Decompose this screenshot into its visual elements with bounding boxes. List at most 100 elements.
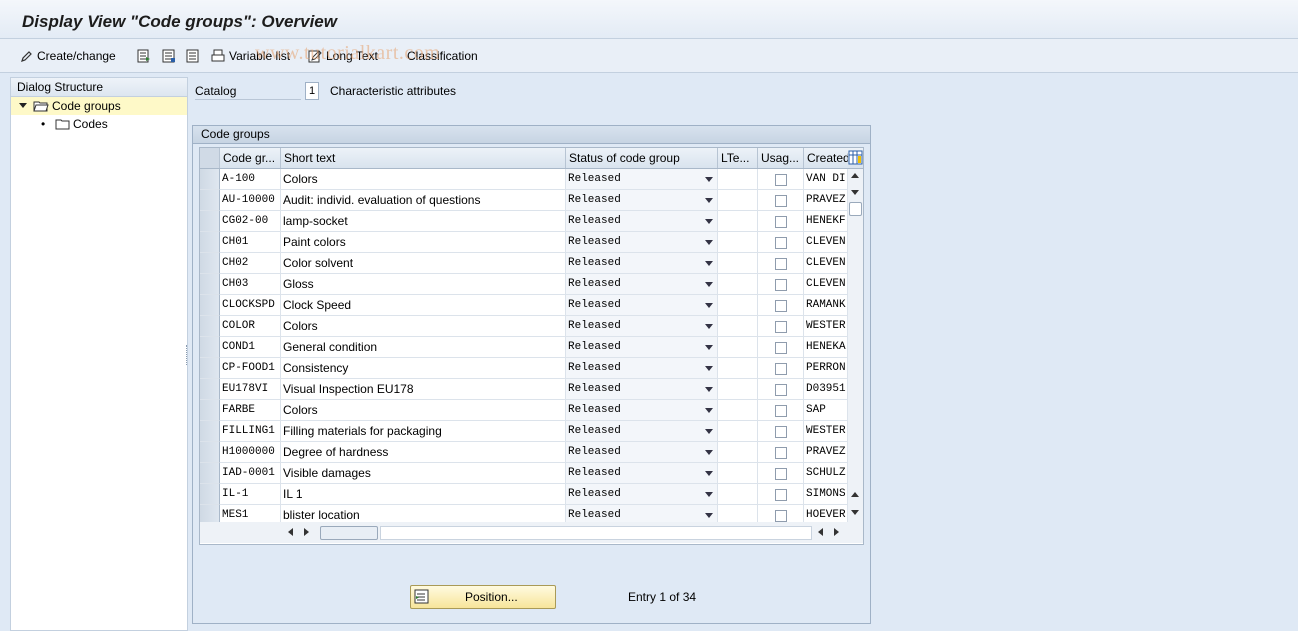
dropdown-arrow-icon[interactable] <box>705 387 713 392</box>
status-cell[interactable]: Released <box>566 484 718 505</box>
table-row[interactable]: FILLING1 Filling materials for packaging R… <box>200 421 848 442</box>
usage-checkbox[interactable] <box>775 321 787 333</box>
status-cell[interactable]: Released <box>566 463 718 484</box>
usage-checkbox[interactable] <box>775 384 787 396</box>
status-cell[interactable]: Released <box>566 442 718 463</box>
dropdown-arrow-icon[interactable] <box>705 408 713 413</box>
dropdown-arrow-icon[interactable] <box>705 177 713 182</box>
vertical-scrollbar[interactable] <box>848 169 863 522</box>
row-selector[interactable] <box>200 442 220 463</box>
select-all-button[interactable] <box>162 47 176 65</box>
create-change-button[interactable]: Create/change <box>20 47 116 65</box>
usage-checkbox[interactable] <box>775 405 787 417</box>
usage-checkbox[interactable] <box>775 426 787 438</box>
row-selector[interactable] <box>200 295 220 316</box>
table-row[interactable]: CP-FOOD1 Consistency Released PERRON <box>200 358 848 379</box>
column-header-long-text[interactable]: LTe... <box>718 148 758 168</box>
status-cell[interactable]: Released <box>566 379 718 400</box>
scroll-right-icon-right[interactable] <box>834 528 839 536</box>
scroll-left-icon-right[interactable] <box>818 528 823 536</box>
table-row[interactable]: CH01 Paint colors Released CLEVEN <box>200 232 848 253</box>
dropdown-arrow-icon[interactable] <box>705 282 713 287</box>
deselect-all-button[interactable] <box>186 47 200 65</box>
catalog-value-field[interactable]: 1 <box>305 82 319 100</box>
vertical-scroll-thumb[interactable] <box>849 202 862 216</box>
dropdown-arrow-icon[interactable] <box>705 324 713 329</box>
row-selector[interactable] <box>200 232 220 253</box>
horizontal-scrollbar[interactable] <box>200 522 863 543</box>
dropdown-arrow-icon[interactable] <box>705 471 713 476</box>
classification-button[interactable]: Classification <box>407 47 478 65</box>
usage-checkbox[interactable] <box>775 363 787 375</box>
row-selector[interactable] <box>200 274 220 295</box>
status-cell[interactable]: Released <box>566 253 718 274</box>
pane-splitter[interactable] <box>186 345 189 365</box>
status-cell[interactable]: Released <box>566 316 718 337</box>
usage-checkbox[interactable] <box>775 489 787 501</box>
table-row[interactable]: H1000000 Degree of hardness Released PRAVEZ <box>200 442 848 463</box>
usage-cell[interactable] <box>758 400 804 421</box>
usage-checkbox[interactable] <box>775 216 787 228</box>
usage-checkbox[interactable] <box>775 468 787 480</box>
long-text-button[interactable]: Long Text <box>308 47 378 65</box>
page-down-icon[interactable] <box>851 190 859 195</box>
dropdown-arrow-icon[interactable] <box>705 303 713 308</box>
status-cell[interactable]: Released <box>566 358 718 379</box>
usage-cell[interactable] <box>758 421 804 442</box>
row-selector[interactable] <box>200 337 220 358</box>
table-row[interactable]: IL-1 IL 1 Released SIMONS <box>200 484 848 505</box>
row-selector[interactable] <box>200 358 220 379</box>
usage-checkbox[interactable] <box>775 279 787 291</box>
row-selector[interactable] <box>200 484 220 505</box>
usage-checkbox[interactable] <box>775 195 787 207</box>
table-row[interactable]: FARBE Colors Released SAP <box>200 400 848 421</box>
dropdown-arrow-icon[interactable] <box>705 450 713 455</box>
row-selector[interactable] <box>200 421 220 442</box>
scroll-down-icon[interactable] <box>851 510 859 515</box>
usage-cell[interactable] <box>758 379 804 400</box>
scroll-left-icon[interactable] <box>288 528 293 536</box>
column-settings-icon[interactable] <box>848 150 863 165</box>
status-cell[interactable]: Released <box>566 211 718 232</box>
column-header-code-group[interactable]: Code gr... <box>220 148 281 168</box>
tree-item-code-groups[interactable]: Code groups <box>11 97 187 115</box>
usage-checkbox[interactable] <box>775 510 787 522</box>
row-selector[interactable] <box>200 169 220 190</box>
dropdown-arrow-icon[interactable] <box>705 429 713 434</box>
scroll-up-icon[interactable] <box>851 173 859 178</box>
expand-triangle-icon[interactable] <box>19 103 27 108</box>
usage-cell[interactable] <box>758 442 804 463</box>
table-row[interactable]: COLOR Colors Released WESTER <box>200 316 848 337</box>
status-cell[interactable]: Released <box>566 295 718 316</box>
table-row[interactable]: COND1 General condition Released HENEKA <box>200 337 848 358</box>
status-cell[interactable]: Released <box>566 169 718 190</box>
column-header-short-text[interactable]: Short text <box>281 148 566 168</box>
table-row[interactable]: EU178VI Visual Inspection EU178 Released D0… <box>200 379 848 400</box>
row-selector[interactable] <box>200 211 220 232</box>
usage-cell[interactable] <box>758 274 804 295</box>
usage-checkbox[interactable] <box>775 447 787 459</box>
variable-list-button[interactable]: Variable list <box>211 47 290 65</box>
table-row[interactable]: IAD-0001 Visible damages Released SCHULZ <box>200 463 848 484</box>
usage-checkbox[interactable] <box>775 258 787 270</box>
row-selector[interactable] <box>200 379 220 400</box>
usage-cell[interactable] <box>758 358 804 379</box>
tree-item-codes[interactable]: • Codes <box>11 115 187 133</box>
usage-cell[interactable] <box>758 190 804 211</box>
status-cell[interactable]: Released <box>566 232 718 253</box>
row-selector[interactable] <box>200 316 220 337</box>
status-cell[interactable]: Released <box>566 400 718 421</box>
usage-cell[interactable] <box>758 232 804 253</box>
usage-cell[interactable] <box>758 295 804 316</box>
select-all-rows-cell[interactable] <box>200 148 220 168</box>
table-row[interactable]: CH02 Color solvent Released CLEVEN <box>200 253 848 274</box>
scroll-right-icon[interactable] <box>304 528 309 536</box>
row-selector[interactable] <box>200 190 220 211</box>
row-selector[interactable] <box>200 253 220 274</box>
usage-cell[interactable] <box>758 484 804 505</box>
column-header-usage[interactable]: Usag... <box>758 148 804 168</box>
table-row[interactable]: CH03 Gloss Released CLEVEN <box>200 274 848 295</box>
dropdown-arrow-icon[interactable] <box>705 240 713 245</box>
usage-checkbox[interactable] <box>775 174 787 186</box>
usage-cell[interactable] <box>758 169 804 190</box>
